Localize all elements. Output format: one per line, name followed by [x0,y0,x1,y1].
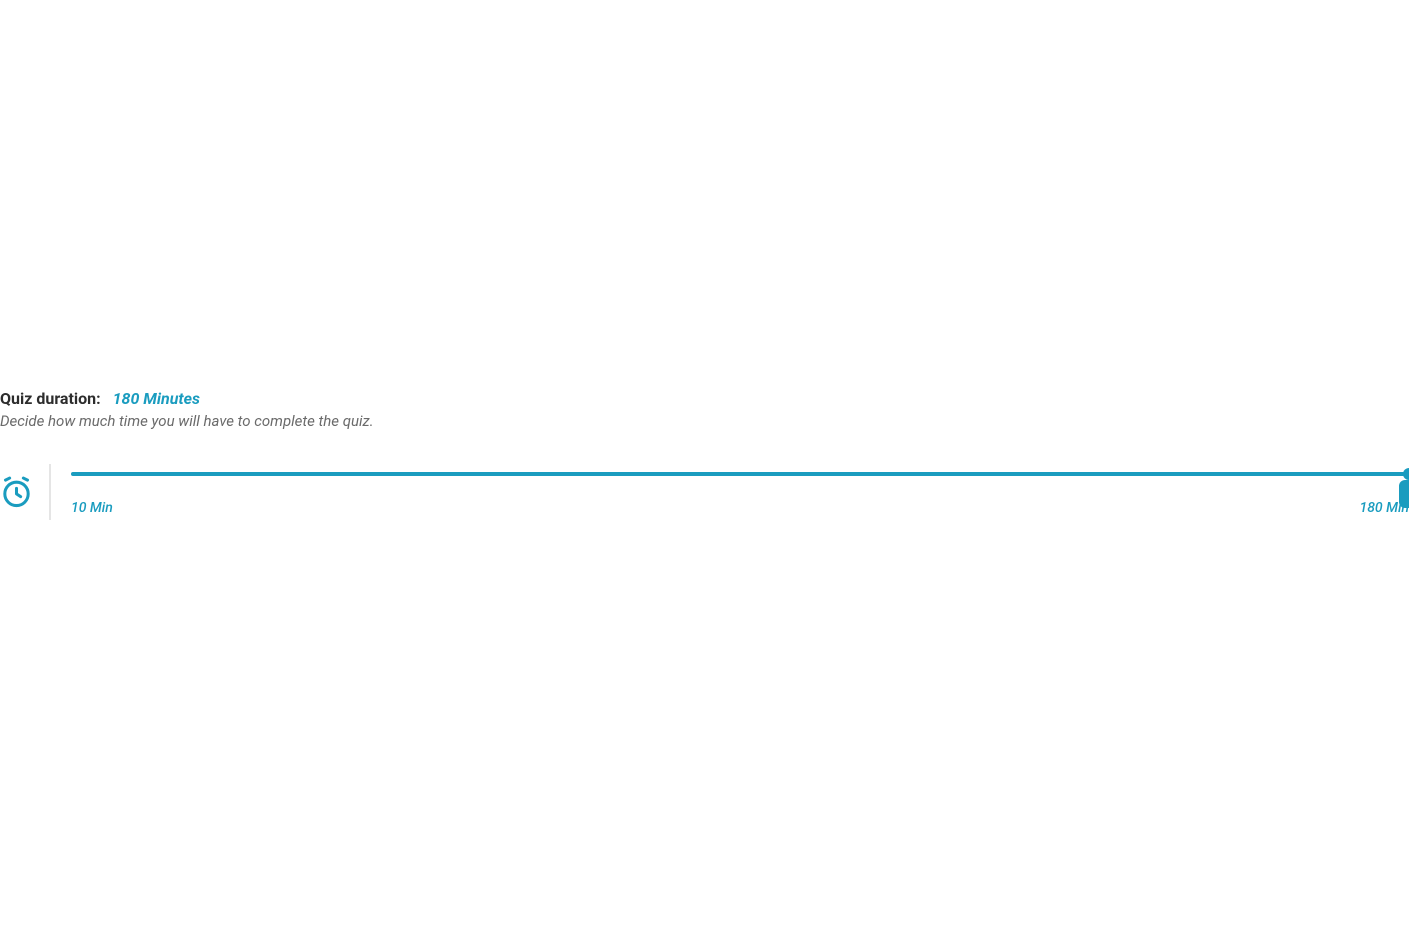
slider-min-label: 10 Min [71,500,113,516]
duration-description: Decide how much time you will have to co… [0,412,1409,430]
duration-value: 180 Minutes [113,389,200,408]
slider-labels: 10 Min 180 Min [71,500,1409,516]
quiz-duration-section: Quiz duration: 180 Minutes Decide how mu… [0,389,1409,520]
duration-label-row: Quiz duration: 180 Minutes [0,389,1409,408]
slider-track [71,472,1409,476]
duration-slider[interactable]: 10 Min 180 Min [71,464,1409,516]
clock-icon [0,476,33,509]
clock-icon-wrapper [0,464,51,520]
duration-label: Quiz duration: [0,389,101,408]
slider-thumb[interactable] [1403,468,1409,480]
duration-slider-row: 10 Min 180 Min [0,464,1409,520]
slider-thumb-indicator [1399,480,1409,508]
